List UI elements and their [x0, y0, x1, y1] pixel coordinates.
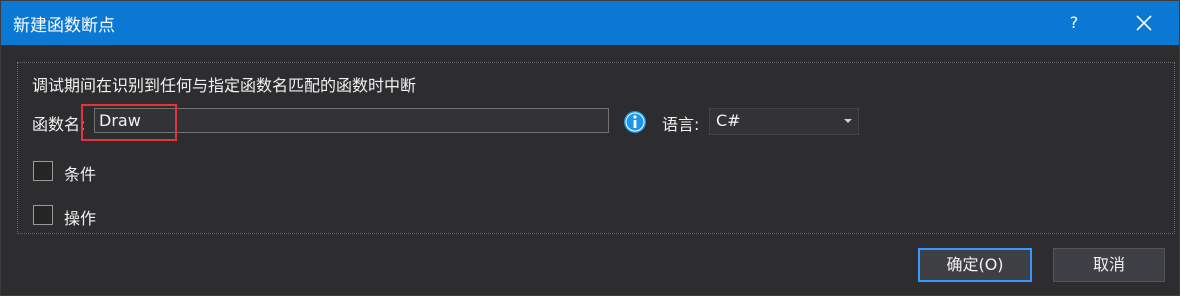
condition-checkbox[interactable] [33, 161, 53, 181]
info-icon[interactable] [623, 110, 647, 134]
language-selected-value: C# [716, 111, 741, 130]
function-name-label: 函数名: [32, 115, 86, 134]
dialog-title: 新建函数断点 [13, 16, 115, 36]
cancel-button[interactable]: 取消 [1053, 248, 1165, 282]
language-label: 语言: [662, 115, 700, 134]
close-icon[interactable] [1129, 9, 1159, 37]
description-text: 调试期间在识别到任何与指定函数名匹配的函数时中断 [32, 76, 417, 95]
condition-label: 条件 [64, 165, 97, 184]
language-select[interactable]: C# [709, 108, 859, 135]
help-icon[interactable]: ? [1059, 9, 1089, 37]
action-checkbox[interactable] [33, 205, 53, 225]
function-name-input[interactable]: Draw [94, 108, 609, 133]
action-label: 操作 [64, 209, 97, 228]
new-function-breakpoint-dialog: 新建函数断点 ? 调试期间在识别到任何与指定函数名匹配的函数时中断 函数名: D… [0, 0, 1180, 296]
chevron-down-icon [844, 119, 852, 123]
ok-button[interactable]: 确定(O) [918, 248, 1032, 282]
title-bar: 新建函数断点 ? [1, 1, 1179, 45]
